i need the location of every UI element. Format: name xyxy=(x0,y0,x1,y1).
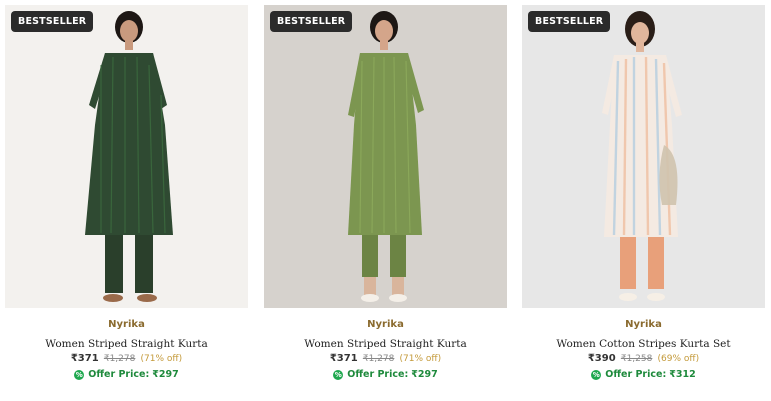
product-card[interactable]: BESTSELLER Nyrika Women Cotton Stripes K… xyxy=(522,5,765,385)
price-row: ₹390 ₹1,258 (69% off) xyxy=(522,353,765,364)
offer-price-row: % Offer Price: ₹297 xyxy=(264,369,507,380)
brand-name[interactable]: Nyrika xyxy=(264,319,507,330)
mrp-price: ₹1,278 xyxy=(103,354,136,364)
product-card[interactable]: BESTSELLER Nyrika Women Striped Straight… xyxy=(5,5,248,385)
product-image[interactable]: BESTSELLER xyxy=(522,5,765,308)
discount-tag-icon: % xyxy=(74,369,85,380)
mrp-price: ₹1,278 xyxy=(362,354,395,364)
discount-tag-icon: % xyxy=(333,369,344,380)
discount-percent: (71% off) xyxy=(399,354,442,364)
selling-price: ₹390 xyxy=(587,353,616,364)
product-image[interactable]: BESTSELLER xyxy=(5,5,248,308)
offer-price-label: Offer Price: xyxy=(605,369,667,380)
offer-price-row: % Offer Price: ₹297 xyxy=(5,369,248,380)
selling-price: ₹371 xyxy=(70,353,99,364)
selling-price: ₹371 xyxy=(329,353,358,364)
offer-price-row: % Offer Price: ₹312 xyxy=(522,369,765,380)
offer-price-value: ₹312 xyxy=(669,369,696,380)
discount-percent: (69% off) xyxy=(657,354,700,364)
bestseller-badge: BESTSELLER xyxy=(270,11,353,32)
discount-percent: (71% off) xyxy=(140,354,183,364)
product-card[interactable]: BESTSELLER Nyrika Women Striped Straight… xyxy=(264,5,507,385)
product-title[interactable]: Women Striped Straight Kurta xyxy=(5,338,248,350)
offer-price-label: Offer Price: xyxy=(347,369,409,380)
model-photo xyxy=(5,5,248,308)
product-title[interactable]: Women Striped Straight Kurta xyxy=(264,338,507,350)
price-row: ₹371 ₹1,278 (71% off) xyxy=(264,353,507,364)
price-row: ₹371 ₹1,278 (71% off) xyxy=(5,353,248,364)
discount-tag-icon: % xyxy=(591,369,602,380)
offer-price-value: ₹297 xyxy=(411,369,438,380)
brand-name[interactable]: Nyrika xyxy=(522,319,765,330)
offer-price-value: ₹297 xyxy=(152,369,179,380)
product-image[interactable]: BESTSELLER xyxy=(264,5,507,308)
brand-name[interactable]: Nyrika xyxy=(5,319,248,330)
product-grid: BESTSELLER Nyrika Women Striped Straight… xyxy=(0,0,771,401)
product-title[interactable]: Women Cotton Stripes Kurta Set xyxy=(522,338,765,350)
bestseller-badge: BESTSELLER xyxy=(11,11,94,32)
model-photo xyxy=(264,5,507,308)
offer-price-label: Offer Price: xyxy=(88,369,150,380)
model-photo xyxy=(522,5,765,308)
mrp-price: ₹1,258 xyxy=(620,354,653,364)
bestseller-badge: BESTSELLER xyxy=(528,11,611,32)
